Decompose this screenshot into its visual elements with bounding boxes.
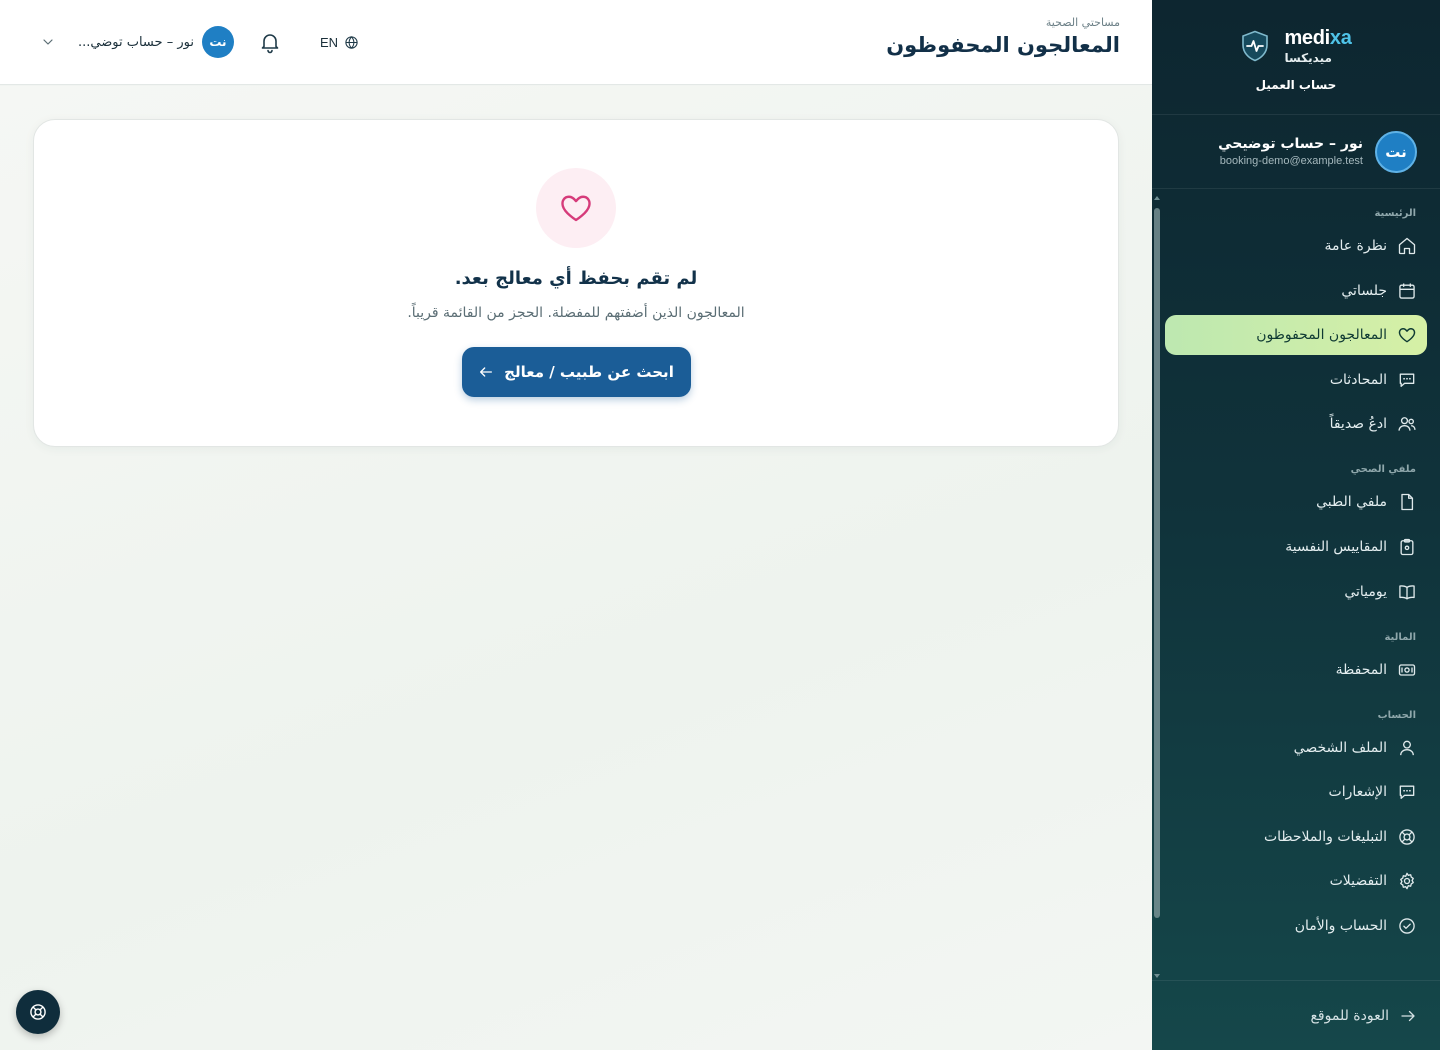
- empty-state-card: لم تقم بحفظ أي معالج بعد. المعالجون الذي…: [33, 119, 1119, 447]
- empty-state-illustration: [536, 168, 616, 248]
- sidebar-item-overview[interactable]: نظرة عامة: [1165, 226, 1427, 266]
- sidebar-item-journal[interactable]: يومياتي: [1165, 572, 1427, 612]
- chevron-down-icon: [40, 34, 56, 50]
- sidebar-item-label: المعالجون المحفوظون: [1256, 327, 1387, 344]
- empty-state-description: المعالجون الذين أضفتهم للمفضلة. الحجز من…: [407, 305, 745, 321]
- wallet-icon: [1397, 660, 1417, 680]
- main-content: لم تقم بحفظ أي معالج بعد. المعالجون الذي…: [0, 86, 1152, 1050]
- sidebar-item-label: ملفي الطبي: [1316, 494, 1387, 511]
- sidebar-item-psych-scales[interactable]: المقاييس النفسية: [1165, 527, 1427, 567]
- sidebar-item-label: المقاييس النفسية: [1285, 538, 1387, 555]
- user-menu-name: نور – حساب توضي...: [78, 34, 194, 50]
- sidebar-item-notifications[interactable]: الإشعارات: [1165, 772, 1427, 812]
- gear-icon: [1397, 871, 1417, 891]
- arrow-left-icon: [478, 364, 494, 380]
- header-tools: نور – حساب توضي... نت EN: [40, 26, 359, 58]
- globe-icon: [344, 35, 359, 50]
- nav-section-title: الحساب: [1377, 709, 1416, 721]
- sidebar-item-saved-therapists[interactable]: المعالجون المحفوظون: [1165, 315, 1427, 356]
- nav-section-title: المالية: [1384, 631, 1416, 643]
- cta-label: ابحث عن طبيب / معالج: [504, 363, 674, 381]
- lifebuoy-icon: [1397, 827, 1417, 847]
- nav-section-title: الرئيسية: [1374, 208, 1416, 219]
- file-icon: [1397, 492, 1417, 512]
- sidebar-item-medical-file[interactable]: ملفي الطبي: [1165, 482, 1427, 522]
- nav-section-title: ملفي الصحي: [1350, 464, 1416, 476]
- sidebar-item-label: يومياتي: [1344, 583, 1387, 600]
- empty-state-title: لم تقم بحفظ أي معالج بعد.: [454, 268, 698, 289]
- brand-name-arabic: ميديكسا: [1284, 51, 1332, 65]
- sidebar: medixa ميديكسا حساب العميل نت نور – حساب…: [1152, 0, 1440, 1050]
- sidebar-item-sessions[interactable]: جلساتي: [1165, 271, 1427, 311]
- heart-icon: [558, 190, 594, 226]
- clipboard-icon: [1397, 537, 1417, 557]
- language-label: EN: [319, 34, 339, 50]
- sidebar-item-label: التفضيلات: [1329, 873, 1387, 890]
- brand-logo[interactable]: medixa ميديكسا: [1240, 27, 1352, 65]
- top-header: مساحتي الصحية المعالجون المحفوظون نور – …: [0, 0, 1152, 85]
- find-therapist-button[interactable]: ابحث عن طبيب / معالج: [461, 347, 691, 397]
- bell-icon[interactable]: [258, 30, 282, 54]
- calendar-icon: [1397, 281, 1417, 301]
- book-icon: [1397, 582, 1417, 602]
- lifebuoy-icon: [28, 1002, 48, 1022]
- sidebar-item-reports[interactable]: التبليغات والملاحظات: [1165, 817, 1427, 857]
- sidebar-nav: الرئيسية نظرة عامة جلساتي المعالجون المح…: [1152, 188, 1440, 980]
- user-menu-button[interactable]: نور – حساب توضي... نت: [40, 26, 234, 58]
- sidebar-item-label: الملف الشخصي: [1293, 739, 1387, 756]
- sidebar-item-label: الإشعارات: [1328, 784, 1387, 801]
- language-switch[interactable]: EN: [320, 35, 359, 50]
- sidebar-item-invite-friend[interactable]: ادعُ صديقاً: [1165, 404, 1427, 444]
- user-email: booking-demo@example.test: [1219, 155, 1363, 167]
- sidebar-item-label: نظرة عامة: [1324, 238, 1387, 254]
- breadcrumb: مساحتي الصحية: [1045, 16, 1120, 29]
- message-icon: [1397, 782, 1417, 802]
- sidebar-item-label: المحادثات: [1329, 371, 1387, 388]
- shield-pulse-icon: [1240, 30, 1270, 62]
- user-name: نور – حساب توضيحي: [1218, 136, 1363, 152]
- account-type-label: حساب العميل: [1255, 78, 1337, 92]
- brand-name-latin: medixa: [1284, 27, 1352, 49]
- back-link-label: العودة للموقع: [1310, 1007, 1389, 1024]
- sidebar-item-preferences[interactable]: التفضيلات: [1165, 861, 1427, 901]
- page-title: المعالجون المحفوظون: [886, 33, 1120, 57]
- avatar: نت: [1375, 130, 1417, 173]
- page-heading: مساحتي الصحية المعالجون المحفوظون: [886, 16, 1120, 57]
- brand: medixa ميديكسا حساب العميل: [1152, 0, 1440, 115]
- arrow-right-icon: [1399, 1007, 1417, 1025]
- sidebar-scrollbar[interactable]: [1154, 196, 1160, 978]
- chat-icon: [1397, 370, 1417, 390]
- scrollbar-thumb[interactable]: [1154, 208, 1160, 918]
- sidebar-item-conversations[interactable]: المحادثات: [1165, 360, 1427, 400]
- home-icon: [1397, 236, 1417, 256]
- sidebar-item-label: المحفظة: [1335, 661, 1387, 678]
- scroll-up-arrow-icon[interactable]: [1154, 196, 1160, 200]
- heart-icon: [1397, 325, 1417, 345]
- sidebar-item-wallet[interactable]: المحفظة: [1165, 650, 1427, 690]
- scroll-down-arrow-icon[interactable]: [1154, 974, 1160, 978]
- sidebar-item-account-security[interactable]: الحساب والأمان: [1165, 906, 1427, 946]
- sidebar-user-card[interactable]: نت نور – حساب توضيحي booking-demo@exampl…: [1152, 115, 1440, 189]
- back-to-site-link[interactable]: العودة للموقع: [1152, 980, 1440, 1050]
- help-button[interactable]: [16, 990, 60, 1034]
- sidebar-item-label: التبليغات والملاحظات: [1263, 828, 1387, 845]
- sidebar-item-label: ادعُ صديقاً: [1329, 416, 1387, 433]
- sidebar-item-profile[interactable]: الملف الشخصي: [1165, 728, 1427, 768]
- avatar: نت: [201, 26, 234, 58]
- sidebar-item-label: الحساب والأمان: [1294, 917, 1387, 934]
- check-circle-icon: [1397, 916, 1417, 936]
- sidebar-item-label: جلساتي: [1341, 282, 1387, 299]
- users-icon: [1397, 414, 1417, 434]
- user-icon: [1397, 738, 1417, 758]
